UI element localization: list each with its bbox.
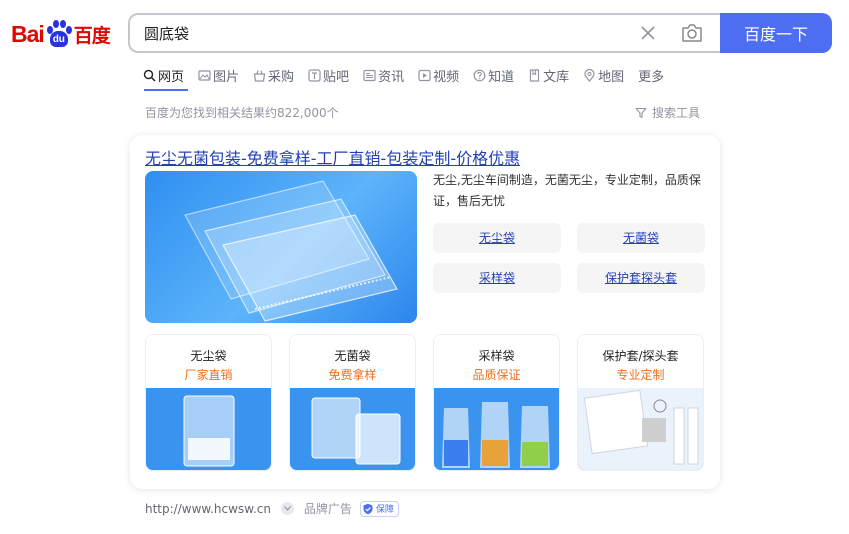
tab-label: 贴吧 — [323, 69, 350, 85]
hero-image[interactable] — [145, 171, 417, 323]
logo-cn-text: 百度 — [73, 24, 111, 47]
tab-label: 采购 — [268, 69, 295, 85]
product-card-sterile[interactable]: 无菌袋 免费拿样 — [289, 334, 416, 471]
tab-wenku[interactable]: 文库 — [528, 64, 569, 86]
search-tools-label: 搜索工具 — [652, 106, 701, 120]
shield-check-icon — [363, 503, 373, 514]
result-url[interactable]: http://www.hcwsw.cn — [145, 502, 271, 516]
tab-images[interactable]: 图片 — [198, 64, 239, 86]
tab-label: 文库 — [543, 69, 570, 85]
sub-link-dustfree-bag[interactable]: 无尘袋 — [433, 223, 561, 253]
tab-label: 网页 — [158, 69, 185, 85]
ad-label[interactable]: 品牌广告 — [304, 500, 352, 517]
product-tag: 免费拿样 — [328, 368, 377, 382]
tab-tieba[interactable]: 贴吧 — [308, 64, 349, 86]
tieba-icon — [308, 68, 321, 82]
result-count: 百度为您找到相关结果约822,000个 — [145, 106, 339, 120]
map-pin-icon — [584, 68, 595, 82]
result-footer: http://www.hcwsw.cn 品牌广告 保障 — [145, 500, 399, 517]
search-button[interactable]: 百度一下 — [720, 13, 832, 53]
product-tag: 厂家直销 — [184, 368, 233, 382]
sub-link-sterile-bag[interactable]: 无菌袋 — [577, 223, 705, 253]
tab-label: 更多 — [638, 69, 665, 85]
tab-web[interactable]: 网页 — [143, 64, 184, 86]
search-tools-button[interactable]: 搜索工具 — [635, 104, 700, 121]
tab-purchase[interactable]: 采购 — [253, 64, 294, 86]
guarantee-badge[interactable]: 保障 — [359, 500, 399, 517]
badge-label: 保障 — [375, 505, 394, 515]
video-icon — [418, 69, 431, 81]
logo-du-text: du — [49, 31, 68, 47]
product-image — [146, 388, 271, 470]
tab-label: 图片 — [213, 69, 240, 85]
product-name: 采样袋 — [478, 349, 515, 363]
product-name: 无菌袋 — [334, 349, 371, 363]
tab-label: 资讯 — [378, 69, 405, 85]
sub-link-probe-cover[interactable]: 保护套探头套 — [577, 263, 705, 293]
baidu-logo[interactable]: Bai du 百度 — [11, 17, 111, 51]
tab-zhidao[interactable]: 知道 — [473, 64, 514, 86]
news-icon — [363, 69, 376, 81]
bags-illustration — [184, 180, 398, 322]
logo-bai-text: Bai — [11, 20, 45, 47]
product-name: 无尘袋 — [190, 349, 227, 363]
tab-video[interactable]: 视频 — [418, 64, 459, 86]
product-tag: 品质保证 — [472, 368, 521, 382]
funnel-icon — [635, 107, 647, 118]
ad-title-link[interactable]: 无尘无菌包装-免费拿样-工厂直销-包装定制-价格优惠 — [145, 145, 520, 169]
tab-news[interactable]: 资讯 — [363, 64, 404, 86]
product-image — [578, 388, 703, 470]
sub-link-sampling-bag[interactable]: 采样袋 — [433, 263, 561, 293]
product-card-dustfree[interactable]: 无尘袋 厂家直销 — [145, 334, 272, 471]
tab-label: 视频 — [433, 69, 460, 85]
basket-icon — [253, 69, 266, 82]
tab-label: 知道 — [488, 69, 515, 85]
product-tag: 专业定制 — [616, 368, 665, 382]
product-card-probe-cover[interactable]: 保护套/探头套 专业定制 — [577, 334, 704, 471]
product-card-sampling[interactable]: 采样袋 品质保证 — [433, 334, 560, 471]
image-icon — [198, 69, 211, 81]
question-icon — [473, 69, 486, 81]
search-icon — [143, 69, 156, 82]
camera-icon[interactable] — [680, 22, 704, 44]
product-image — [290, 388, 415, 470]
active-tab-indicator — [144, 89, 188, 91]
search-tabs: 网页 图片 采购 贴吧 资讯 视频 知道 文库 地图 更多 — [143, 64, 678, 88]
chevron-down-icon[interactable] — [280, 502, 294, 515]
search-box — [128, 13, 728, 53]
product-image — [434, 388, 559, 470]
tab-label: 地图 — [598, 69, 625, 85]
product-name: 保护套/探头套 — [602, 349, 679, 363]
clear-icon[interactable] — [638, 23, 658, 43]
tab-map[interactable]: 地图 — [583, 64, 624, 86]
document-icon — [530, 68, 540, 82]
tab-more[interactable]: 更多 — [638, 64, 664, 86]
search-input[interactable] — [144, 15, 624, 51]
ad-description: 无尘,无尘车间制造，无菌无尘，专业定制，品质保证，售后无忧 — [433, 173, 701, 208]
paw-icon: du — [45, 19, 73, 49]
ad-result-card: 无尘无菌包装-免费拿样-工厂直销-包装定制-价格优惠 无尘,无尘车间制造，无菌无… — [130, 135, 720, 489]
